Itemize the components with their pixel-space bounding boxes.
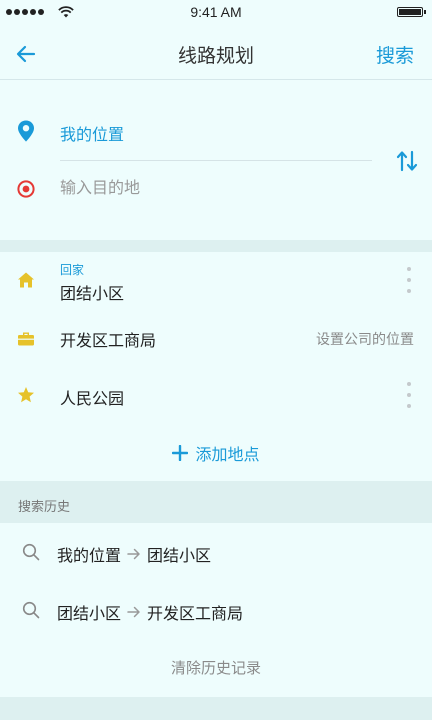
status-bar: 9:41 AM: [0, 0, 432, 24]
favorite-place-name: 人民公园: [60, 389, 125, 408]
search-button[interactable]: 搜索: [376, 41, 414, 68]
add-place-button[interactable]: 添加地点: [0, 441, 432, 465]
more-vertical-icon[interactable]: [405, 382, 413, 408]
history-to: 开发区工商局: [147, 604, 244, 623]
home-place-name: 团结小区: [60, 284, 125, 303]
swap-vertical-icon[interactable]: [396, 149, 418, 173]
history-route: 团结小区 开发区工商局: [57, 600, 243, 624]
page-title: 线路规划: [177, 45, 254, 67]
work-place-name: 开发区工商局: [60, 331, 157, 350]
more-vertical-icon[interactable]: [405, 267, 413, 293]
search-icon: [22, 543, 40, 561]
arrow-right-icon: [127, 548, 140, 560]
origin-field[interactable]: 我的位置: [60, 121, 124, 145]
history-to: 团结小区: [147, 546, 212, 565]
clear-history-button[interactable]: 清除历史记录: [0, 657, 432, 678]
location-pin-icon: [18, 120, 34, 142]
status-time: 9:41 AM: [190, 4, 242, 20]
route-divider: [60, 160, 372, 161]
set-company-location-link[interactable]: 设置公司的位置: [316, 329, 414, 349]
plus-icon: [172, 445, 189, 461]
nav-divider: [0, 79, 432, 80]
arrow-right-icon: [127, 606, 140, 618]
history-route: 我的位置 团结小区: [57, 542, 211, 566]
add-place-label: 添加地点: [195, 445, 260, 464]
briefcase-icon: [18, 332, 34, 346]
history-header-label: 搜索历史: [18, 500, 71, 515]
bottom-band: [0, 697, 432, 720]
home-icon: [18, 272, 34, 288]
search-icon: [22, 601, 40, 619]
battery-tip: [424, 10, 426, 14]
destination-input[interactable]: [60, 178, 360, 197]
target-icon: [17, 180, 35, 198]
star-icon: [18, 387, 34, 403]
section-separator: [0, 240, 432, 252]
battery-icon: [397, 7, 423, 17]
home-tag: 回家: [60, 263, 85, 277]
history-from: 我的位置: [57, 546, 122, 565]
history-from: 团结小区: [57, 604, 122, 623]
